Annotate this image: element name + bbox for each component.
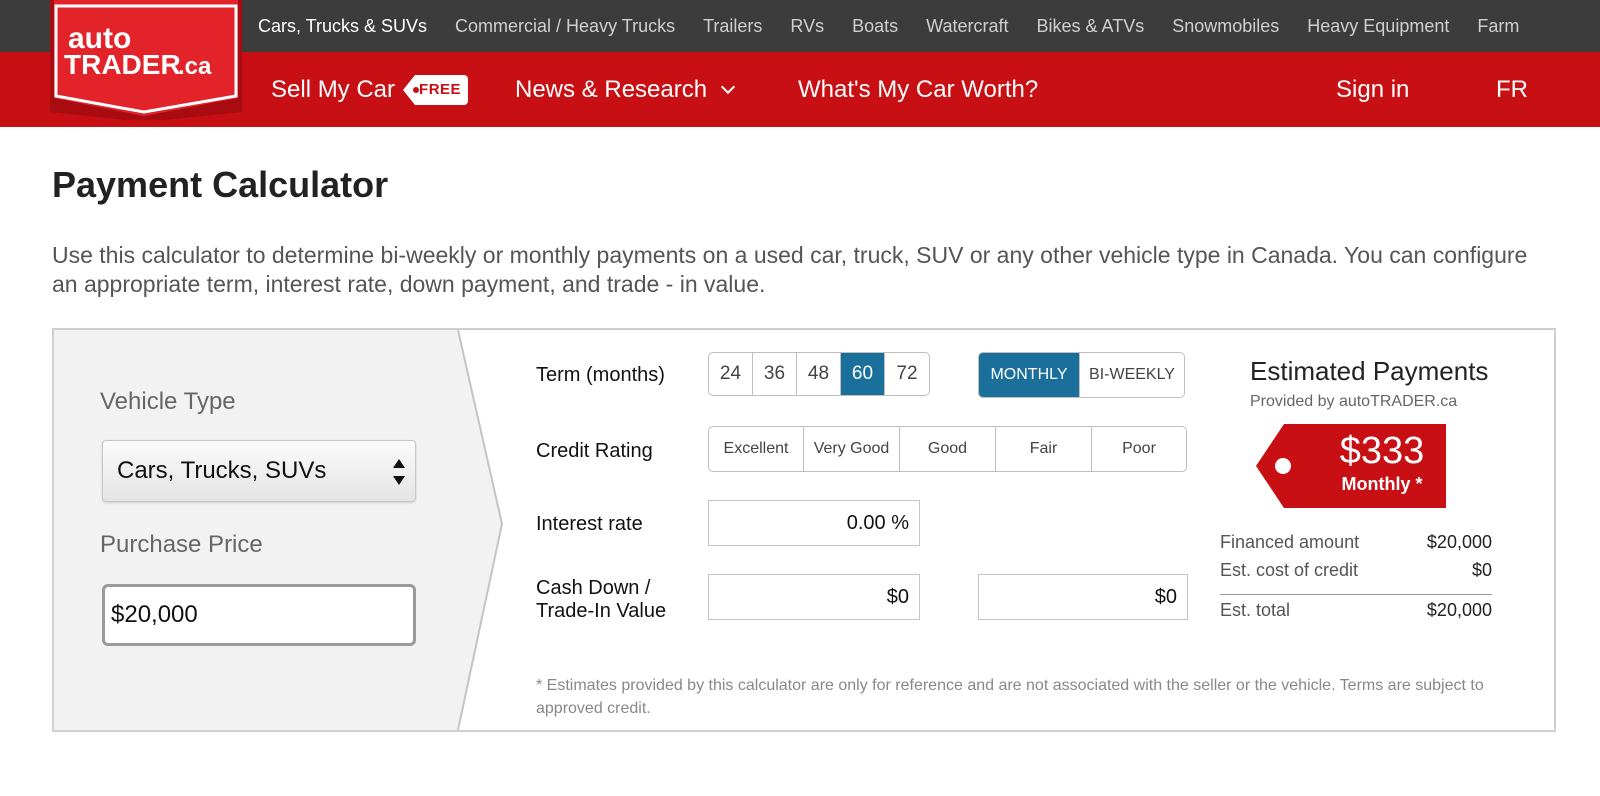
chevron-down-icon [721,79,736,94]
interest-rate-label: Interest rate [536,513,643,535]
interest-rate-input[interactable] [708,500,920,546]
cost-of-credit-row: Est. cost of credit $0 [1220,560,1492,581]
vehicle-panel: Vehicle Type Cars, Trucks, SUVs Purchase… [54,330,574,730]
credit-rating-label: Credit Rating [536,440,653,462]
estimated-payments-subtitle: Provided by autoTRADER.ca [1250,393,1458,410]
category-boats[interactable]: Boats [852,16,898,37]
purchase-price-label: Purchase Price [100,531,263,558]
term-option-36[interactable]: 36 [753,353,797,395]
trade-in-input[interactable] [978,574,1188,620]
financed-amount-value: $20,000 [1426,532,1492,552]
category-bikes-atvs[interactable]: Bikes & ATVs [1037,16,1145,37]
select-arrows-icon [393,459,405,485]
credit-rating-selector: Excellent Very Good Good Fair Poor [708,426,1187,472]
disclaimer-footnote: * Estimates provided by this calculator … [536,677,1484,717]
est-total-value: $20,000 [1426,600,1492,620]
sign-in-link[interactable]: Sign in [1336,52,1409,127]
summary-divider [1220,594,1492,595]
term-label: Term (months) [536,364,665,386]
page-title: Payment Calculator [52,164,389,205]
category-heavy-equipment[interactable]: Heavy Equipment [1307,16,1449,37]
credit-option-good[interactable]: Good [900,427,996,471]
category-rvs[interactable]: RVs [790,16,824,37]
category-trailers[interactable]: Trailers [703,16,762,37]
svg-text:TRADER: TRADER [64,49,181,80]
svg-text:.ca: .ca [178,53,212,80]
frequency-toggle: MONTHLY BI-WEEKLY [978,352,1185,398]
payment-amount: $333 [1339,430,1425,472]
sell-my-car-label: Sell My Car [271,75,396,103]
credit-option-excellent[interactable]: Excellent [709,427,804,471]
car-worth-link[interactable]: What's My Car Worth? [798,52,1038,127]
term-option-72[interactable]: 72 [885,353,929,395]
term-option-60[interactable]: 60 [841,353,885,395]
est-total-label: Est. total [1220,600,1291,620]
category-watercraft[interactable]: Watercraft [926,16,1008,37]
term-option-48[interactable]: 48 [797,353,841,395]
term-selector: 24 36 48 60 72 [708,352,930,396]
financed-amount-label: Financed amount [1220,532,1360,552]
vehicle-type-value: Cars, Trucks, SUVs [117,457,327,484]
news-research-label: News & Research [515,75,708,103]
cost-of-credit-value: $0 [1471,560,1492,580]
estimated-payments-title: Estimated Payments [1250,356,1489,386]
free-badge: FREE [403,74,469,105]
autotrader-logo[interactable]: auto TRADER .ca [50,0,242,120]
payment-period: Monthly * [1341,474,1423,494]
category-commercial-heavy-trucks[interactable]: Commercial / Heavy Trucks [455,16,675,37]
category-farm[interactable]: Farm [1477,16,1519,37]
payment-price-tag: $333 Monthly * [1256,424,1446,508]
est-total-row: Est. total $20,000 [1220,600,1492,621]
credit-option-fair[interactable]: Fair [996,427,1092,471]
frequency-monthly[interactable]: MONTHLY [979,353,1080,397]
financed-amount-row: Financed amount $20,000 [1220,532,1492,553]
category-cars-trucks-suvs[interactable]: Cars, Trucks & SUVs [258,16,427,37]
cost-of-credit-label: Est. cost of credit [1220,560,1359,580]
term-option-24[interactable]: 24 [709,353,753,395]
cash-down-label: Cash Down / Trade-In Value [536,577,667,622]
frequency-bi-weekly[interactable]: BI-WEEKLY [1080,353,1184,397]
vehicle-type-select[interactable]: Cars, Trucks, SUVs [102,440,416,502]
cash-down-input[interactable] [708,574,920,620]
language-toggle[interactable]: FR [1496,52,1528,127]
category-list: Cars, Trucks & SUVs Commercial / Heavy T… [258,0,1547,52]
credit-option-poor[interactable]: Poor [1092,427,1186,471]
category-snowmobiles[interactable]: Snowmobiles [1172,16,1279,37]
intro-text: Use this calculator to determine bi-week… [52,242,1528,297]
credit-option-very-good[interactable]: Very Good [804,427,900,471]
vehicle-type-label: Vehicle Type [100,388,236,415]
news-research-menu[interactable]: News & Research [515,52,736,127]
sell-my-car-link[interactable]: Sell My Car FREE [271,52,469,127]
payment-calculator: Vehicle Type Cars, Trucks, SUVs Purchase… [52,328,1556,732]
purchase-price-input[interactable] [102,584,416,646]
